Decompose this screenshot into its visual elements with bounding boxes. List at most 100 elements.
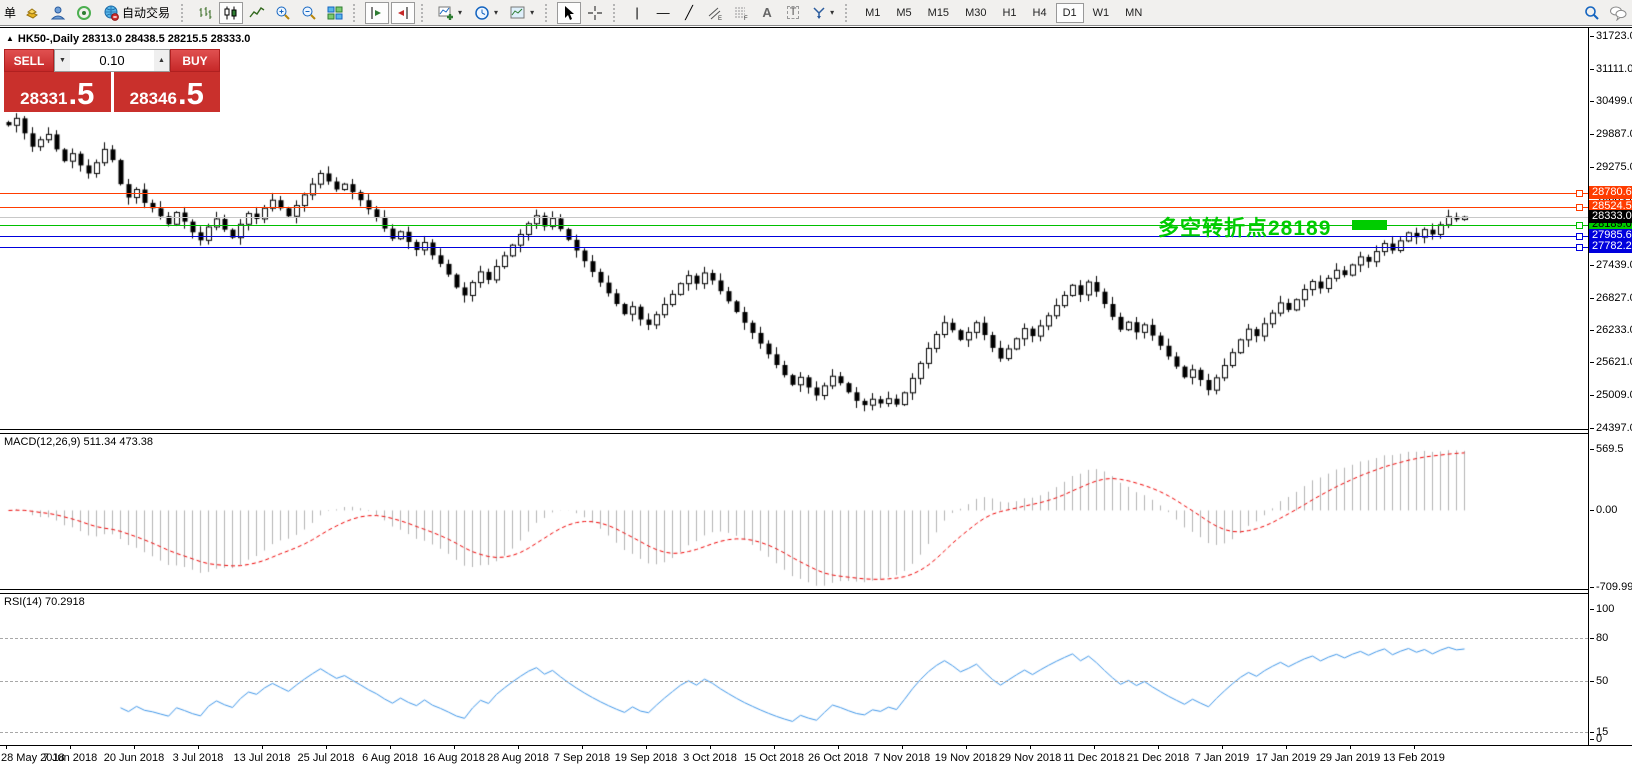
rsi-pane[interactable]: RSI(14) 70.2918 [0,593,1588,745]
zoom-in-icon[interactable] [271,2,295,24]
tile-windows-icon[interactable] [323,2,347,24]
person-icon [50,6,66,19]
tab-timeframe-w1[interactable]: W1 [1086,3,1117,23]
arrows-tool-icon[interactable]: ▾ [807,2,839,24]
time-axis-tick [1158,746,1159,749]
periods-button[interactable]: ▾ [469,2,503,24]
tab-timeframe-h1[interactable]: H1 [995,3,1023,23]
price-tick: 80 [1589,631,1609,644]
main-price-pane[interactable]: ▲ HK50-,Daily 28313.0 28438.5 28215.5 283… [0,29,1588,429]
chart-window: ▲ HK50-,Daily 28313.0 28438.5 28215.5 283… [0,27,1632,775]
buy-button[interactable]: BUY [170,49,220,72]
line-handle[interactable] [1576,190,1583,198]
chat-icon[interactable] [1606,2,1630,24]
vertical-line-tool-icon[interactable]: | [625,2,649,24]
profile-icon[interactable] [46,2,70,24]
line-handle[interactable] [1576,232,1583,240]
collapse-triangle-icon[interactable]: ▲ [6,34,14,43]
time-axis-tick [1094,746,1095,749]
main-toolbar: 单 自动交易 ▾ ▾ ▾ | — ╱ E F A T ▾ M1 M5 M15 M… [0,0,1632,26]
time-axis[interactable]: 28 May 2018 7 Jun 2018 20 Jun 2018 3 Jul 20… [0,745,1632,775]
price-tick: 0.00 [1589,504,1618,517]
tab-timeframe-mn[interactable]: MN [1118,3,1149,23]
channel-tool-icon[interactable]: E [703,2,727,24]
pivot-annotation-rectangle[interactable] [1352,219,1387,230]
chevron-down-icon: ▾ [458,8,463,17]
new-order-button[interactable]: 单 [2,4,18,21]
candlestick-canvas[interactable] [0,29,1588,429]
signals-icon[interactable] [72,2,96,24]
trendline-tool-icon[interactable]: ╱ [677,2,701,24]
text-label-tool-icon[interactable]: T [781,2,805,24]
horizontal-level-line[interactable] [0,246,1588,248]
rsi-level-line-15 [0,731,1588,733]
sell-button[interactable]: SELL [4,49,54,72]
ohlc-close: 28333.0 [210,33,251,45]
time-axis-tick [390,746,391,749]
time-axis-tick [262,746,263,749]
price-tick: -709.99 [1589,580,1632,593]
symbol-period-label: HK50-,Daily [17,33,80,45]
price-tick: 31723.0 [1590,30,1632,42]
time-axis-label: 19 Nov 2018 [934,752,998,764]
sell-price-button[interactable]: 28331 .5 [4,72,111,112]
search-icon[interactable] [1580,2,1604,24]
time-axis-label: 7 Jun 2018 [42,752,98,764]
pivot-annotation-text[interactable]: 多空转折点28189 [1158,212,1331,242]
sell-price-base: 28331 [20,89,68,108]
time-axis-tick [454,746,455,749]
ohlc-high: 28438.5 [124,33,165,45]
time-axis-label: 3 Oct 2018 [683,752,737,764]
candlestick-chart-icon[interactable] [219,1,244,24]
line-chart-icon[interactable] [245,2,269,24]
tab-timeframe-m30[interactable]: M30 [958,3,993,23]
tab-timeframe-m15[interactable]: M15 [921,3,956,23]
fibonacci-tool-icon[interactable]: F [729,2,753,24]
horizontal-level-line[interactable] [0,206,1588,208]
tab-timeframe-m1[interactable]: M1 [858,3,887,23]
horizontal-level-line[interactable] [0,235,1588,237]
current-price-line [0,217,1588,219]
text-tool-icon[interactable]: A [755,2,779,24]
time-axis-label: 17 Jan 2019 [1255,752,1317,764]
line-handle[interactable] [1576,221,1583,229]
horizontal-level-line[interactable] [0,224,1588,226]
broadcast-icon [77,5,92,20]
line-handle[interactable] [1576,203,1583,211]
time-axis-label: 21 Dec 2018 [1126,752,1190,764]
auto-scroll-icon[interactable] [391,1,416,24]
autotrade-button[interactable]: 自动交易 [98,2,175,24]
chevron-down-icon: ▾ [530,8,535,17]
chart-shift-icon[interactable] [365,1,390,24]
volume-input[interactable] [70,50,154,71]
svg-text:E: E [718,16,722,21]
volume-down-button[interactable]: ▼ [55,50,70,71]
indicators-button[interactable]: ▾ [433,2,467,24]
crosshair-icon[interactable] [583,2,607,24]
tab-timeframe-h4[interactable]: H4 [1026,3,1054,23]
macd-value-2: 473.38 [119,436,154,448]
rsi-canvas[interactable] [0,593,1588,745]
horizontal-level-line[interactable] [0,193,1588,195]
tab-timeframe-m5[interactable]: M5 [889,3,918,23]
line-handle[interactable] [1576,243,1583,251]
market-watch-icon[interactable] [20,2,44,24]
bar-chart-icon[interactable] [193,2,217,24]
horizontal-line-tool-icon[interactable]: — [651,2,675,24]
price-axis[interactable]: 31723.031111.030499.029887.029275.028663… [1588,28,1632,745]
zoom-out-icon[interactable] [297,2,321,24]
time-axis-label: 20 Jun 2018 [103,752,165,764]
time-axis-tick [838,746,839,749]
cursor-icon[interactable] [557,1,582,24]
rsi-level-line-50 [0,681,1588,683]
tab-timeframe-d1[interactable]: D1 [1055,2,1084,23]
time-axis-tick [902,746,903,749]
macd-pane[interactable]: MACD(12,26,9) 511.34 473.38 [0,433,1588,589]
time-axis-label: 7 Jan 2019 [1194,752,1250,764]
time-axis-label: 28 Aug 2018 [487,752,549,764]
volume-up-button[interactable]: ▲ [154,50,169,71]
macd-canvas[interactable] [0,433,1588,589]
templates-button[interactable]: ▾ [505,2,539,24]
price-tick: 100 [1589,602,1615,615]
buy-price-button[interactable]: 28346 .5 [113,72,220,112]
